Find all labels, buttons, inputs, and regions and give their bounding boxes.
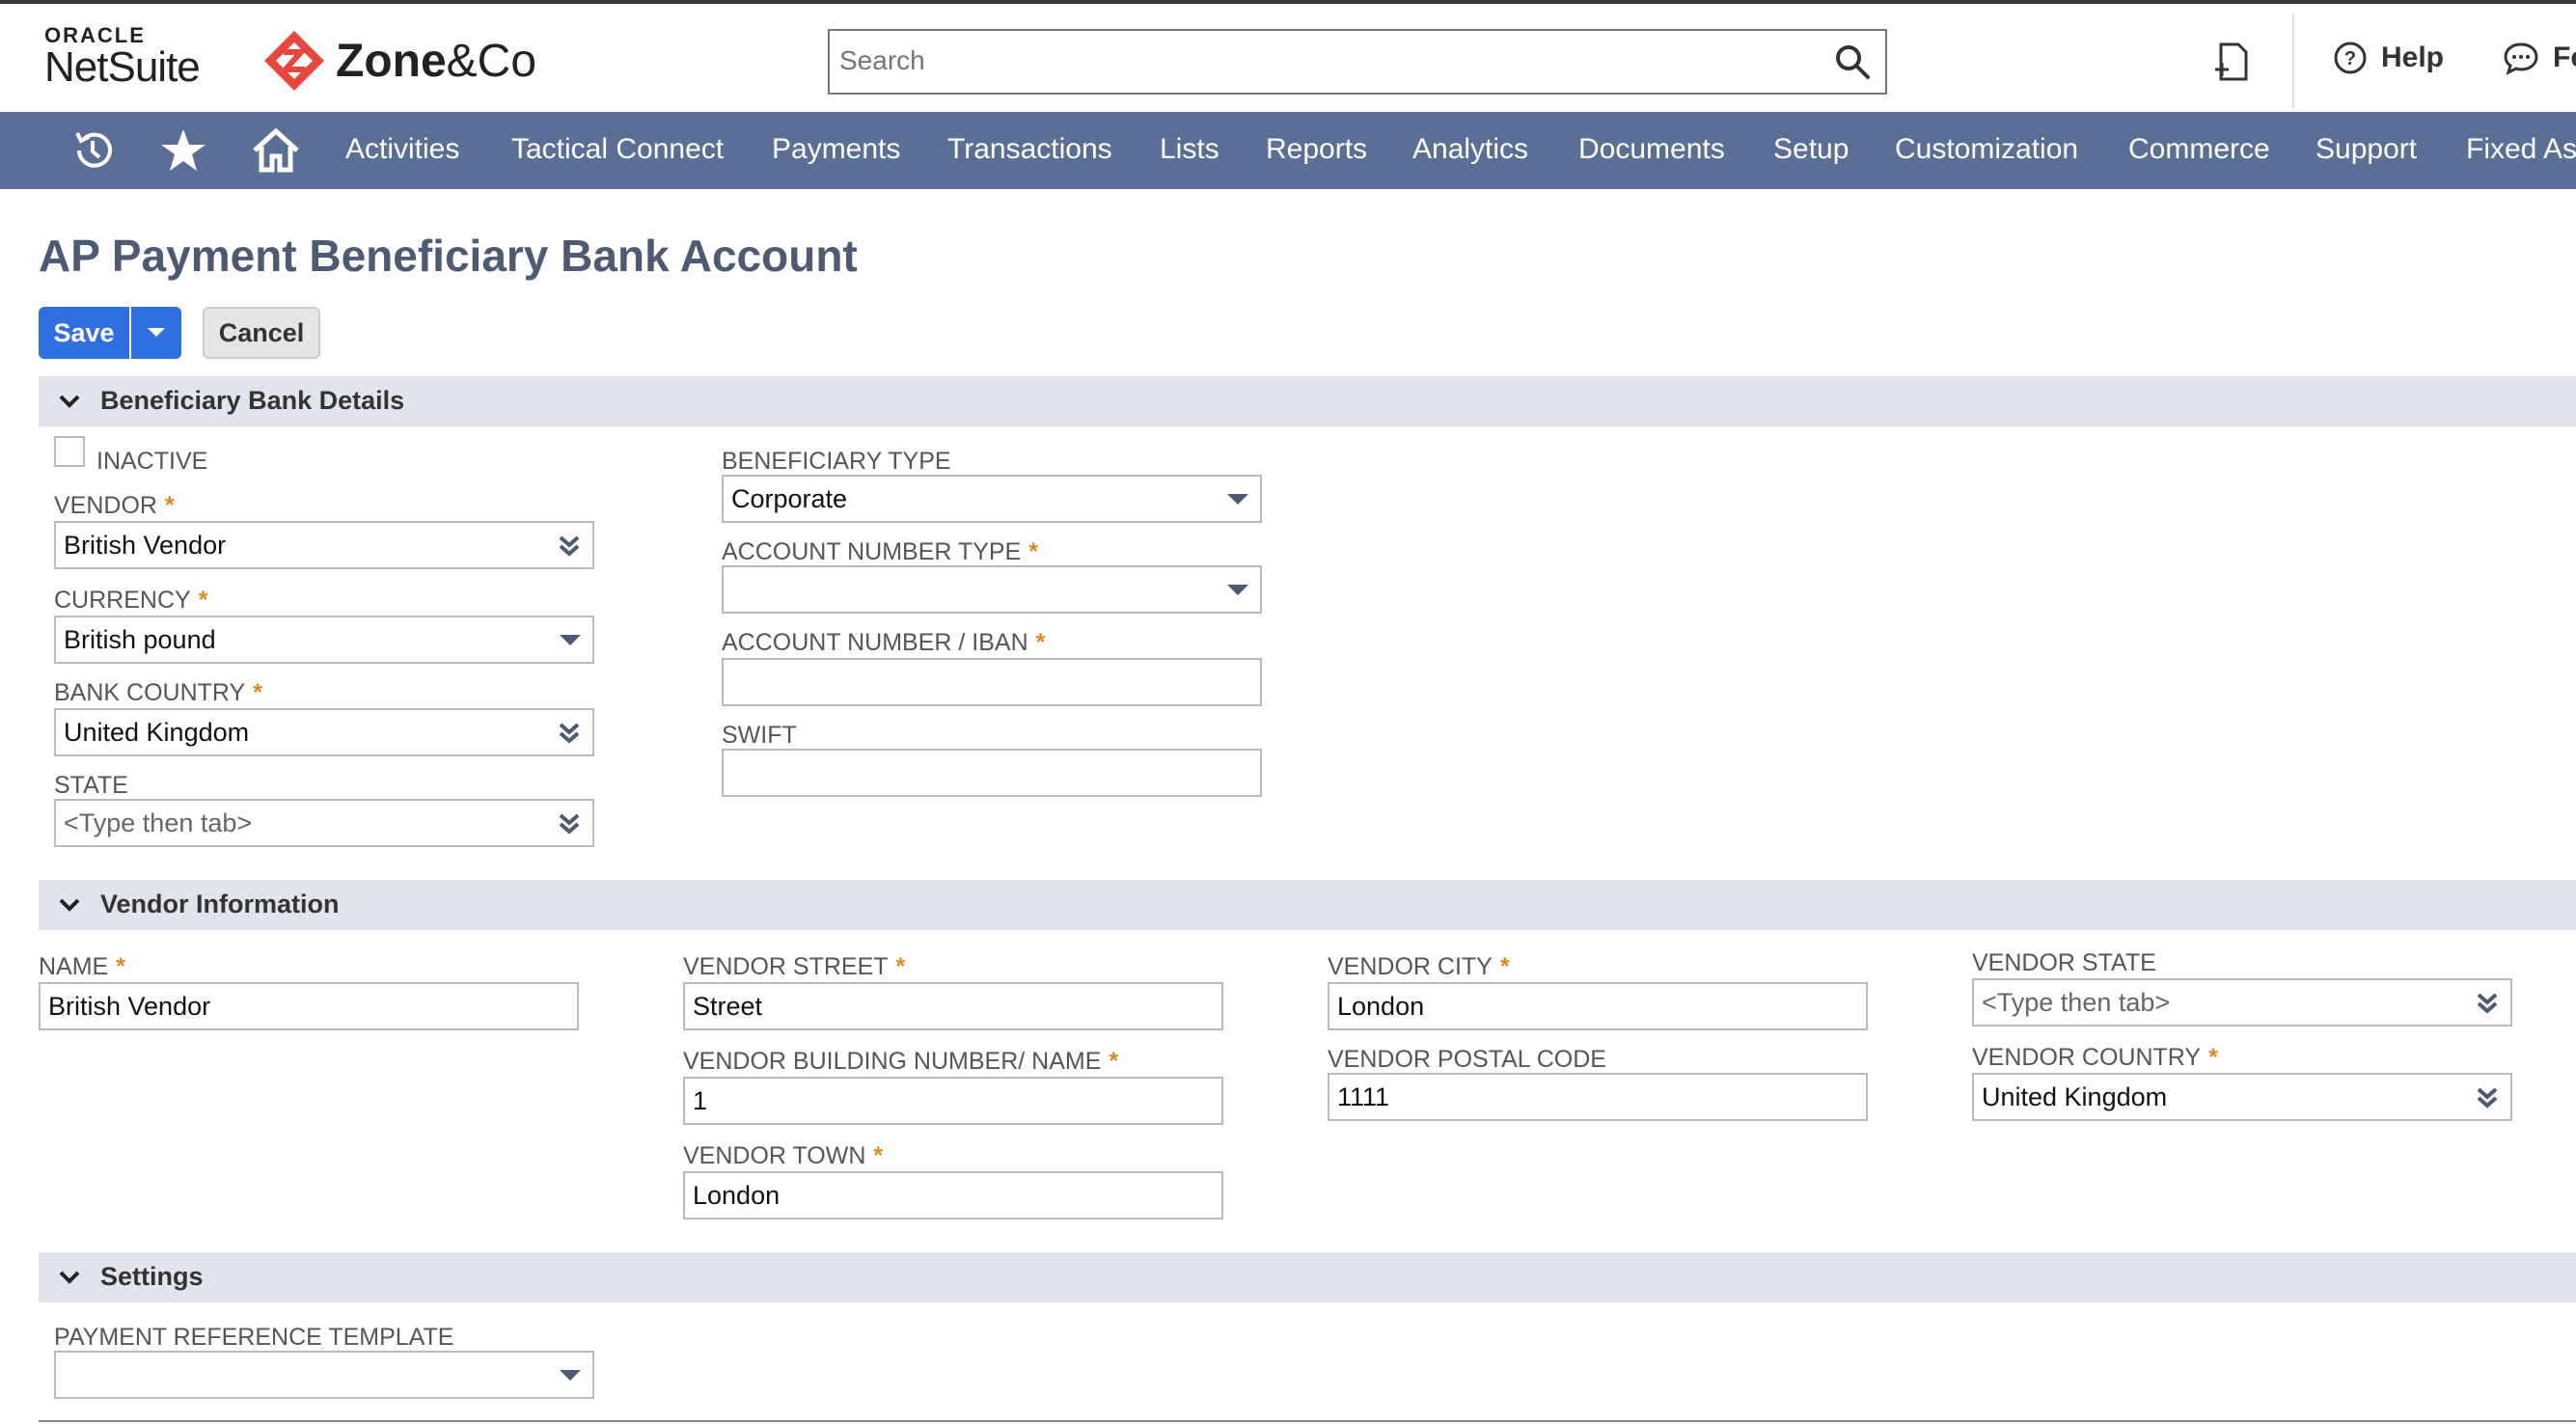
vendor-country-label: VENDOR COUNTRY * (1972, 1044, 2218, 1071)
vendor-street-input[interactable]: Street (683, 982, 1223, 1030)
cancel-button[interactable]: Cancel (203, 307, 320, 359)
bottom-divider (39, 1420, 2576, 1422)
double-chevron-down-icon[interactable] (2474, 990, 2501, 1017)
zone-co-logo: Zone&Co (262, 29, 536, 93)
section-vendor-information[interactable]: Vendor Information (39, 880, 2576, 930)
vendor-select[interactable]: British Vendor (54, 521, 594, 569)
nav-support[interactable]: Support (2316, 133, 2417, 166)
account-number-input[interactable] (722, 658, 1262, 706)
nav-analytics[interactable]: Analytics (1412, 133, 1528, 166)
vendor-city-input[interactable]: London (1328, 982, 1868, 1030)
vendor-street-label: VENDOR STREET * (683, 953, 906, 980)
bank-country-label: BANK COUNTRY * (54, 679, 262, 706)
recent-records-icon[interactable] (2213, 41, 2252, 83)
name-input[interactable]: British Vendor (39, 982, 579, 1030)
feedback-link[interactable]: Fe (2503, 41, 2576, 75)
nav-activities[interactable]: Activities (345, 133, 459, 166)
payment-reference-template-label: PAYMENT REFERENCE TEMPLATE (54, 1324, 454, 1351)
svg-text:?: ? (2344, 48, 2356, 69)
account-number-type-label: ACCOUNT NUMBER TYPE * (722, 538, 1038, 565)
bank-country-select[interactable]: United Kingdom (54, 708, 594, 756)
search-icon[interactable] (1833, 42, 1872, 81)
help-label: Help (2381, 41, 2445, 73)
vendor-city-label: VENDOR CITY * (1328, 953, 1510, 980)
dropdown-arrow-icon[interactable] (1227, 494, 1248, 505)
beneficiary-type-select[interactable]: Corporate (722, 475, 1262, 523)
chevron-down-icon (59, 1271, 80, 1284)
nav-fixed-assets[interactable]: Fixed As (2466, 133, 2576, 166)
currency-label: CURRENCY * (54, 587, 208, 614)
currency-select[interactable]: British pound (54, 616, 594, 664)
chevron-down-icon (59, 395, 80, 408)
vendor-country-select[interactable]: United Kingdom (1972, 1073, 2512, 1121)
payment-reference-template-select[interactable] (54, 1351, 594, 1399)
save-options-dropdown-button[interactable] (131, 307, 181, 359)
zone-co-wordmark: Zone&Co (336, 35, 537, 87)
section-title: Vendor Information (100, 890, 340, 918)
vendor-building-input[interactable]: 1 (683, 1077, 1223, 1125)
nav-reports[interactable]: Reports (1266, 133, 1367, 166)
feedback-label: Fe (2553, 41, 2576, 73)
vendor-building-label: VENDOR BUILDING NUMBER/ NAME * (683, 1048, 1119, 1075)
double-chevron-down-icon[interactable] (556, 720, 583, 747)
home-icon[interactable] (251, 125, 301, 176)
chevron-down-icon (59, 898, 80, 912)
help-circle-icon: ? (2334, 41, 2367, 74)
dropdown-arrow-icon[interactable] (1227, 585, 1248, 595)
beneficiary-type-label: BENEFICIARY TYPE (722, 448, 951, 475)
vendor-town-label: VENDOR TOWN * (683, 1142, 884, 1169)
inactive-checkbox[interactable] (54, 436, 85, 467)
vendor-label: VENDOR * (54, 492, 175, 519)
section-title: Beneficiary Bank Details (100, 386, 405, 415)
nav-lists[interactable]: Lists (1160, 133, 1219, 166)
main-navigation: Activities Tactical Connect Payments Tra… (0, 112, 2576, 189)
vendor-town-input[interactable]: London (683, 1171, 1223, 1219)
nav-documents[interactable]: Documents (1578, 133, 1725, 166)
swift-input[interactable] (722, 749, 1262, 797)
page-title: AP Payment Beneficiary Bank Account (39, 231, 858, 281)
double-chevron-down-icon[interactable] (556, 533, 583, 560)
nav-payments[interactable]: Payments (772, 133, 900, 166)
search-input[interactable] (830, 31, 1806, 91)
favorites-star-icon[interactable] (158, 125, 208, 176)
oracle-netsuite-logo[interactable]: ORACLE NetSuite (44, 25, 201, 91)
top-bar: ORACLE NetSuite Zone&Co ? Help (0, 0, 2576, 112)
vendor-state-label: VENDOR STATE (1972, 949, 2156, 976)
zone-diamond-icon (264, 31, 324, 91)
chat-bubble-icon (2504, 42, 2538, 75)
vendor-state-select[interactable]: <Type then tab> (1972, 978, 2512, 1027)
section-settings[interactable]: Settings (39, 1252, 2576, 1302)
global-search[interactable] (828, 29, 1887, 95)
nav-tactical-connect[interactable]: Tactical Connect (511, 133, 724, 166)
vendor-postal-code-input[interactable]: 1111 (1328, 1073, 1868, 1121)
inactive-label: INACTIVE (96, 448, 208, 475)
state-select[interactable]: <Type then tab> (54, 799, 594, 847)
save-button[interactable]: Save (39, 307, 129, 359)
dropdown-arrow-icon[interactable] (560, 1370, 581, 1381)
name-label: NAME * (39, 953, 125, 980)
swift-label: SWIFT (722, 722, 797, 749)
nav-customization[interactable]: Customization (1895, 133, 2078, 166)
netsuite-wordmark: NetSuite (44, 43, 201, 91)
vendor-postal-code-label: VENDOR POSTAL CODE (1328, 1046, 1606, 1073)
account-number-type-select[interactable] (722, 565, 1262, 614)
section-beneficiary-bank-details[interactable]: Beneficiary Bank Details (39, 376, 2576, 426)
account-number-label: ACCOUNT NUMBER / IBAN * (722, 629, 1046, 656)
double-chevron-down-icon[interactable] (556, 810, 583, 837)
section-title: Settings (100, 1262, 204, 1291)
recent-history-icon[interactable] (68, 125, 118, 176)
nav-commerce[interactable]: Commerce (2128, 133, 2270, 166)
state-label: STATE (54, 772, 128, 799)
toolbar-divider (2292, 14, 2294, 108)
nav-transactions[interactable]: Transactions (947, 133, 1112, 166)
help-link[interactable]: ? Help (2333, 41, 2444, 75)
dropdown-arrow-icon[interactable] (560, 635, 581, 645)
double-chevron-down-icon[interactable] (2474, 1084, 2501, 1111)
nav-setup[interactable]: Setup (1773, 133, 1849, 166)
